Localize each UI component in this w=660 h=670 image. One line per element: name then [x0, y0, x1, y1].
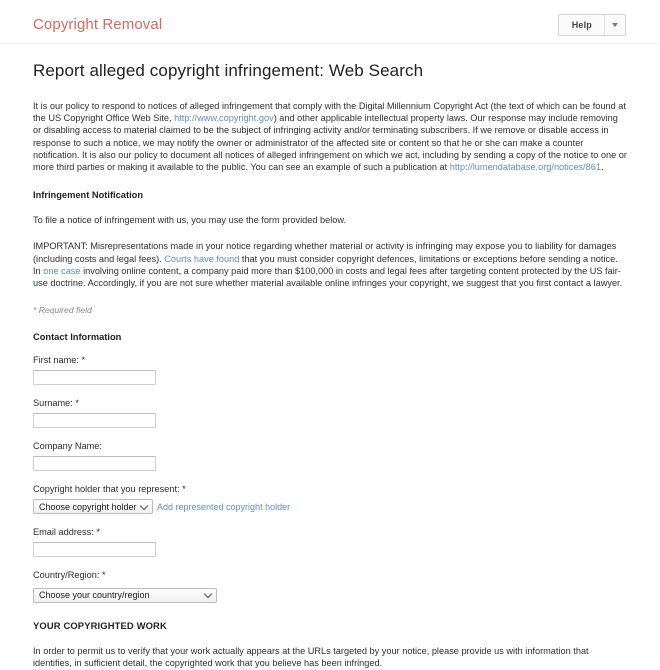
app-header: Copyright Removal Help [0, 0, 660, 44]
lumendatabase-link[interactable]: http://lumendatabase.org/notices/861 [450, 162, 601, 172]
courts-have-found-link[interactable]: Courts have found [164, 254, 239, 264]
first-name-field-block: First name: * [33, 355, 627, 386]
email-address-input[interactable] [33, 542, 156, 558]
surname-field-block: Surname: * [33, 398, 627, 429]
country-region-field-block: Country/Region: * Choose your country/re… [33, 570, 627, 603]
copyright-holder-row: Choose copyright holder Add represented … [33, 499, 627, 515]
copyright-holder-selected-value: Choose copyright holder [39, 501, 137, 512]
country-region-label: Country/Region: * [33, 570, 106, 581]
page-title: Report alleged copyright infringement: W… [33, 61, 424, 80]
file-notice-paragraph: To file a notice of infringement with us… [33, 215, 347, 226]
company-name-input[interactable] [33, 456, 156, 472]
required-field-note: * Required field [33, 305, 92, 316]
chevron-down-icon [139, 501, 149, 510]
first-name-label: First name: * [33, 355, 86, 366]
policy-intro-paragraph: It is our policy to respond to notices o… [33, 100, 627, 173]
email-address-field-block: Email address: * [33, 527, 627, 558]
chevron-down-icon[interactable] [604, 15, 625, 35]
copyright-gov-link[interactable]: http://www.copyright.gov [174, 113, 274, 123]
email-address-label: Email address: * [33, 527, 100, 538]
page-content: Report alleged copyright infringement: W… [0, 61, 660, 670]
company-name-label: Company Name: [33, 441, 102, 452]
country-region-selected-value: Choose your country/region [39, 590, 150, 601]
first-name-input[interactable] [33, 370, 156, 386]
help-button-label: Help [571, 20, 592, 30]
chevron-down-icon [203, 589, 213, 599]
brand-title: Copyright Removal [33, 16, 163, 33]
add-represented-copyright-holder-link[interactable]: Add represented copyright holder [157, 502, 290, 512]
important-part3: involving online content, a company paid… [33, 265, 623, 289]
important-paragraph: IMPORTANT: Misrepresentations made in yo… [33, 240, 627, 289]
copyright-holder-label: Copyright holder that you represent: * [33, 484, 186, 495]
policy-intro-part3: . [600, 162, 604, 173]
help-button[interactable]: Help [557, 14, 626, 36]
country-region-select[interactable]: Choose your country/region [33, 587, 217, 603]
contact-information-heading: Contact Information [33, 332, 122, 343]
copyright-holder-select[interactable]: Choose copyright holder [33, 499, 153, 515]
infringement-notification-heading: Infringement Notification [33, 190, 144, 201]
copyrighted-work-paragraph: In order to permit us to verify that you… [33, 646, 589, 669]
company-name-field-block: Company Name: [33, 441, 627, 472]
one-case-link[interactable]: one case [43, 266, 80, 276]
surname-label: Surname: * [33, 398, 79, 409]
surname-input[interactable] [33, 413, 156, 429]
copyrighted-work-heading: YOUR COPYRIGHTED WORK [33, 620, 167, 632]
copyright-holder-field-block: Copyright holder that you represent: * C… [33, 484, 627, 515]
